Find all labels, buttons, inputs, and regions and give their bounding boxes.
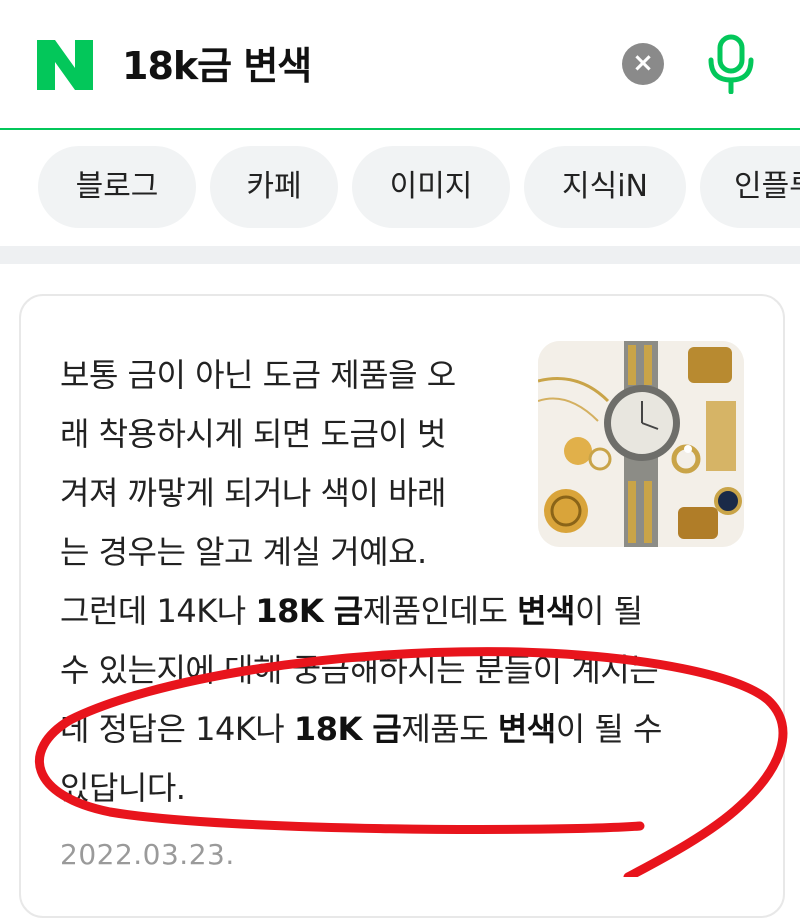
microphone-icon[interactable] bbox=[704, 34, 758, 94]
post-date: 2022.03.23. bbox=[60, 838, 235, 871]
snippet-line: 래 착용하시게 되면 도금이 벗 bbox=[60, 415, 446, 453]
tab-cafe[interactable]: 카페 bbox=[210, 146, 338, 228]
snippet-line: 는 경우는 알고 계실 거예요. bbox=[60, 533, 427, 571]
jewelry-image-icon bbox=[538, 341, 744, 547]
text-run: 제품도 bbox=[401, 710, 498, 748]
tab-blog[interactable]: 블로그 bbox=[38, 146, 196, 228]
clear-icon[interactable]: × bbox=[622, 43, 664, 85]
highlight-keyword: 변색 bbox=[517, 592, 575, 630]
snippet-line: 보통 금이 아닌 도금 제품을 오 bbox=[60, 356, 456, 394]
tab-influencer[interactable]: 인플루 bbox=[700, 146, 800, 228]
snippet-line: 그런데 14K나 18K 금제품인데도 변색이 될 bbox=[60, 582, 740, 641]
text-run: 데 정답은 14K나 bbox=[60, 710, 294, 748]
snippet-line: 겨져 까맣게 되거나 색이 바래 bbox=[60, 474, 446, 512]
text-run: 이 될 bbox=[575, 592, 643, 630]
highlight-keyword: 18K 금 bbox=[293, 710, 402, 748]
vertical-tabs: 블로그 카페 이미지 지식iN 인플루 bbox=[0, 146, 800, 230]
snippet-line: 수 있는지에 대해 궁금해하시는 분들이 계시는 bbox=[60, 651, 659, 689]
snippet-line: 있답니다. bbox=[60, 769, 186, 807]
search-bar: 18k금 변색 × bbox=[0, 0, 800, 130]
section-divider bbox=[0, 246, 800, 264]
text-run: 그런데 14K나 bbox=[60, 592, 256, 630]
highlight-keyword: 18K 금 bbox=[255, 592, 363, 630]
text-run: 이 될 수 bbox=[555, 710, 663, 748]
tab-kin[interactable]: 지식iN bbox=[524, 146, 686, 228]
highlight-keyword: 변색 bbox=[497, 710, 556, 748]
snippet-line: 데 정답은 14K나 18K 금제품도 변색이 될 수 bbox=[60, 700, 740, 759]
text-run: 제품인데도 bbox=[362, 592, 518, 630]
naver-logo-icon[interactable] bbox=[37, 40, 93, 90]
tab-image[interactable]: 이미지 bbox=[352, 146, 510, 228]
jewelry-thumbnail[interactable] bbox=[538, 341, 744, 547]
search-input[interactable]: 18k금 변색 bbox=[122, 44, 312, 88]
